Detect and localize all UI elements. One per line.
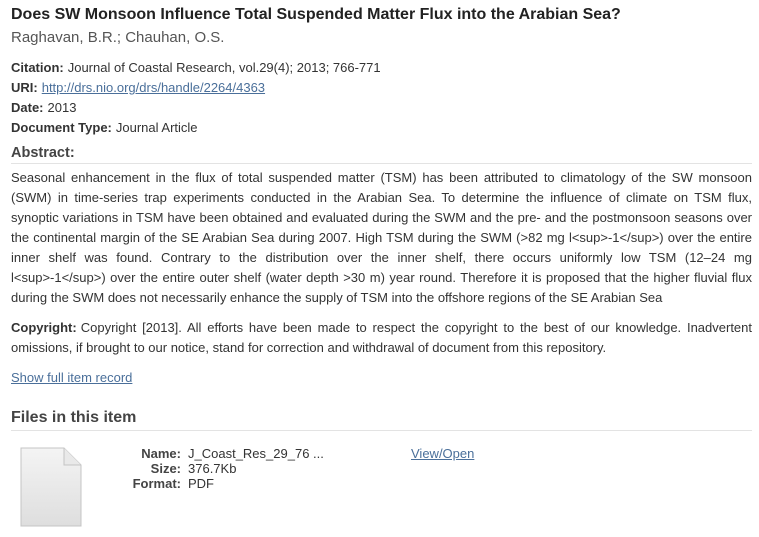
- citation-label: Citation:: [11, 60, 64, 75]
- show-full-record-link[interactable]: Show full item record: [11, 370, 132, 385]
- uri-link[interactable]: http://drs.nio.org/drs/handle/2264/4363: [42, 80, 265, 95]
- file-list-item: Name: J_Coast_Res_29_76 ... Size: 376.7K…: [11, 437, 752, 533]
- copyright-text: Copyright [2013]. All efforts have been …: [11, 320, 752, 355]
- citation-row: Citation: Journal of Coastal Research, vo…: [11, 58, 752, 78]
- date-value: 2013: [47, 100, 77, 115]
- document-file-icon[interactable]: [20, 447, 82, 527]
- authors: Raghavan, B.R.; Chauhan, O.S.: [11, 29, 225, 46]
- abstract-heading: Abstract:: [11, 144, 752, 164]
- uri-row: URI: http://drs.nio.org/drs/handle/2264/4…: [11, 78, 752, 98]
- uri-label: URI:: [11, 80, 38, 95]
- file-name-row: Name: J_Coast_Res_29_76 ...: [111, 446, 341, 461]
- page-title: Does SW Monsoon Influence Total Suspende…: [11, 6, 621, 23]
- document-type-value: Journal Article: [115, 120, 198, 135]
- file-details: Name: J_Coast_Res_29_76 ... Size: 376.7K…: [111, 446, 341, 491]
- view-open-link[interactable]: View/Open: [411, 446, 474, 461]
- file-format-value: PDF: [188, 476, 214, 491]
- copyright-notice: Copyright: Copyright [2013]. All efforts …: [11, 318, 752, 358]
- item-record: Does SW Monsoon Influence Total Suspende…: [11, 6, 752, 533]
- copyright-label: Copyright:: [11, 320, 77, 335]
- document-type-label: Document Type:: [11, 120, 112, 135]
- document-type-row: Document Type: Journal Article: [11, 118, 752, 138]
- file-size-row: Size: 376.7Kb: [111, 461, 341, 476]
- date-row: Date: 2013: [11, 98, 752, 118]
- files-heading: Files in this item: [11, 408, 752, 431]
- file-action: View/Open: [411, 446, 474, 461]
- citation-value: Journal of Coastal Research, vol.29(4); …: [67, 60, 381, 75]
- file-format-row: Format: PDF: [111, 476, 341, 491]
- date-label: Date:: [11, 100, 44, 115]
- file-name-label: Name:: [141, 446, 181, 461]
- abstract-text: Seasonal enhancement in the flux of tota…: [11, 170, 752, 305]
- file-size-value: 376.7Kb: [188, 461, 237, 476]
- metadata-list: Citation: Journal of Coastal Research, vo…: [11, 58, 752, 138]
- file-format-label: Format:: [132, 476, 181, 491]
- file-name-value: J_Coast_Res_29_76 ...: [188, 446, 324, 461]
- file-size-label: Size:: [150, 461, 181, 476]
- full-record-container: Show full item record: [11, 368, 752, 388]
